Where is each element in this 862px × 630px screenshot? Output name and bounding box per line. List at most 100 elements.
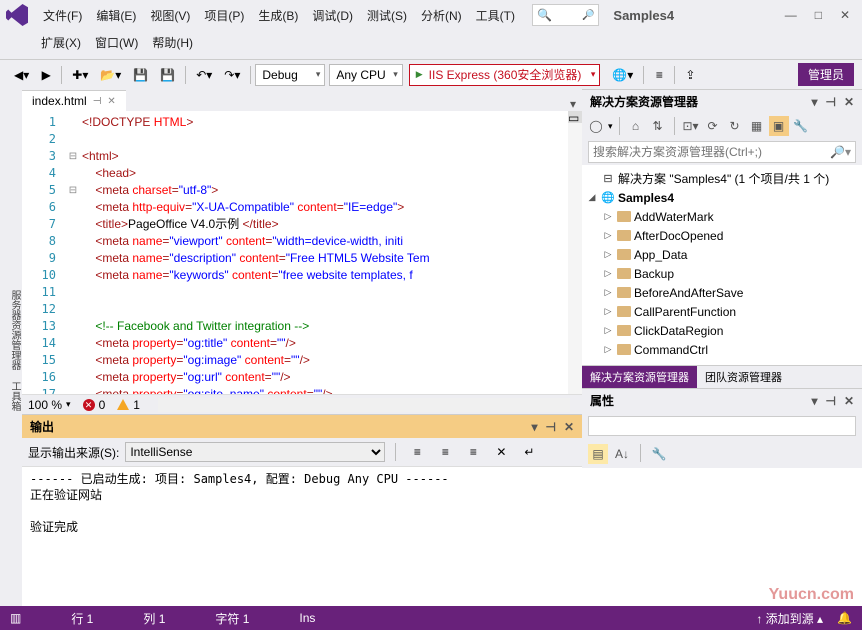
menu-item[interactable]: 编辑(E): [89, 3, 143, 28]
dropdown-icon[interactable]: ▾: [570, 97, 576, 111]
preview-icon[interactable]: ▣: [769, 116, 789, 136]
menu-item[interactable]: 分析(N): [414, 3, 469, 28]
quick-launch-input[interactable]: [552, 9, 582, 21]
add-to-source[interactable]: ↑ 添加到源 ▴: [756, 610, 823, 627]
close-icon[interactable]: ✕: [840, 8, 850, 22]
tree-row[interactable]: ▷AddWaterMark: [582, 207, 862, 226]
tab-close-icon[interactable]: ✕: [107, 96, 115, 107]
tab-team-explorer[interactable]: 团队资源管理器: [697, 366, 790, 388]
platform-dropdown[interactable]: Any CPU: [329, 64, 402, 86]
nav-back-icon[interactable]: ◀▾: [10, 64, 33, 86]
search-go-icon[interactable]: 🔎: [582, 10, 594, 21]
editor-statusbar: 100 % ▾ ✕0 1: [22, 394, 582, 414]
config-dropdown[interactable]: Debug: [255, 64, 325, 86]
nav-fwd-icon[interactable]: ▶: [37, 64, 55, 86]
error-icon[interactable]: ✕: [83, 399, 95, 411]
solution-search[interactable]: 🔎▾: [588, 141, 856, 163]
nest-icon[interactable]: ⊡▾: [681, 116, 701, 136]
tree-row[interactable]: ▷CommandCtrl: [582, 340, 862, 359]
refresh-icon[interactable]: ↻: [725, 116, 745, 136]
tree-row[interactable]: ▷BeforeAndAfterSave: [582, 283, 862, 302]
publish-icon[interactable]: ⇪: [681, 64, 699, 86]
output-panel-title[interactable]: 输出 ▾ ⊣ ✕: [22, 414, 582, 438]
tree-row[interactable]: ▷ClickDataRegion: [582, 321, 862, 340]
panel-pin-icon[interactable]: ⊣: [825, 95, 835, 109]
panel-pin-icon[interactable]: ⊣: [545, 420, 555, 434]
save-all-icon[interactable]: 💾: [156, 64, 179, 86]
tree-row[interactable]: ▷App_Data: [582, 245, 862, 264]
categorized-icon[interactable]: ▤: [588, 444, 608, 464]
new-project-icon[interactable]: ✚▾: [68, 64, 92, 86]
menu-item[interactable]: 项目(P): [197, 3, 251, 28]
hscrollbar[interactable]: [158, 398, 570, 412]
statusbar-icon[interactable]: ▥: [10, 611, 21, 625]
browse-icon[interactable]: 🌐▾: [608, 64, 637, 86]
panel-pin-icon[interactable]: ⊣: [825, 394, 835, 408]
solution-search-input[interactable]: [593, 145, 830, 159]
admin-badge: 管理员: [798, 63, 854, 86]
next-icon[interactable]: ≡: [464, 441, 482, 463]
panel-dropdown-icon[interactable]: ▾: [811, 95, 817, 109]
tab-index-html[interactable]: index.html ⊣ ✕: [22, 90, 126, 111]
code-editor[interactable]: 1234567891011121314151617 ⊟⊟ <!DOCTYPE H…: [22, 111, 582, 394]
menu-item[interactable]: 视图(V): [143, 3, 197, 28]
panel-dropdown-icon[interactable]: ▾: [811, 394, 817, 408]
menu-item[interactable]: 测试(S): [360, 3, 414, 28]
output-source-dropdown[interactable]: IntelliSense: [125, 442, 385, 462]
tab-solution-explorer[interactable]: 解决方案资源管理器: [582, 366, 697, 388]
run-button[interactable]: IIS Express (360安全浏览器): [409, 64, 601, 86]
solution-explorer-title[interactable]: 解决方案资源管理器 ▾⊣✕: [582, 89, 862, 113]
panel-close-icon[interactable]: ✕: [844, 95, 854, 109]
warning-icon[interactable]: [117, 399, 129, 410]
menu-item[interactable]: 调试(D): [305, 3, 360, 28]
split-icon[interactable]: ▭: [568, 111, 582, 123]
tree-row[interactable]: ▷AfterDocOpened: [582, 226, 862, 245]
menu-item[interactable]: 工具(T): [469, 3, 522, 28]
maximize-icon[interactable]: □: [815, 8, 822, 22]
zoom-level[interactable]: 100 %: [28, 398, 62, 412]
output-source-label: 显示输出来源(S):: [28, 444, 119, 461]
menu-item[interactable]: 窗口(W): [88, 30, 145, 55]
properties-object-dropdown[interactable]: [588, 416, 856, 436]
sync-icon[interactable]: ⇅: [648, 116, 668, 136]
home-icon[interactable]: ⌂: [626, 116, 646, 136]
output-text[interactable]: ------ 已启动生成: 项目: Samples4, 配置: Debug An…: [22, 467, 582, 606]
menu-item[interactable]: 文件(F): [36, 3, 89, 28]
menu-item[interactable]: 生成(B): [251, 3, 305, 28]
wrap-icon[interactable]: ↵: [520, 441, 538, 463]
goto-icon[interactable]: ≡: [408, 441, 426, 463]
quick-launch[interactable]: 🔍 🔎: [532, 4, 599, 26]
panel-close-icon[interactable]: ✕: [564, 420, 574, 434]
notifications-icon[interactable]: 🔔: [837, 611, 852, 625]
properties-icon[interactable]: 🔧: [791, 116, 811, 136]
alphabetical-icon[interactable]: A↓: [612, 444, 632, 464]
solution-tree[interactable]: ⊟解决方案 "Samples4" (1 个项目/共 1 个)◢🌐Samples4…: [582, 165, 862, 365]
vscrollbar[interactable]: [568, 123, 582, 394]
clear-icon[interactable]: ✕: [492, 441, 510, 463]
collapse-icon[interactable]: ⟳: [703, 116, 723, 136]
show-all-icon[interactable]: ▦: [747, 116, 767, 136]
properties-grid[interactable]: [582, 468, 862, 606]
minimize-icon[interactable]: —: [785, 8, 797, 22]
tree-row[interactable]: ▷Backup: [582, 264, 862, 283]
panel-dropdown-icon[interactable]: ▾: [531, 420, 537, 434]
save-icon[interactable]: 💾: [129, 64, 152, 86]
open-icon[interactable]: 📂▾: [96, 64, 125, 86]
tree-row[interactable]: ▷CallParentFunction: [582, 302, 862, 321]
panel-close-icon[interactable]: ✕: [844, 394, 854, 408]
prev-icon[interactable]: ≡: [436, 441, 454, 463]
menu-item[interactable]: 扩展(X): [34, 30, 88, 55]
properties-panel-title[interactable]: 属性 ▾⊣✕: [582, 388, 862, 412]
indent-icon[interactable]: ≡: [650, 64, 668, 86]
redo-icon[interactable]: ↷▾: [220, 64, 244, 86]
undo-icon[interactable]: ↶▾: [192, 64, 216, 86]
wrench-icon[interactable]: 🔧: [649, 444, 669, 464]
tree-row[interactable]: ⊟解决方案 "Samples4" (1 个项目/共 1 个): [582, 169, 862, 188]
menu-item[interactable]: 帮助(H): [145, 30, 200, 55]
search-icon[interactable]: 🔎▾: [830, 145, 851, 159]
tree-row[interactable]: ◢🌐Samples4: [582, 188, 862, 207]
pin-icon[interactable]: ⊣: [93, 96, 102, 107]
tab-label: index.html: [32, 94, 87, 108]
left-dock-strip[interactable]: 服务器资源管理器 工具箱: [0, 89, 22, 606]
back-icon[interactable]: ◯: [586, 116, 606, 136]
